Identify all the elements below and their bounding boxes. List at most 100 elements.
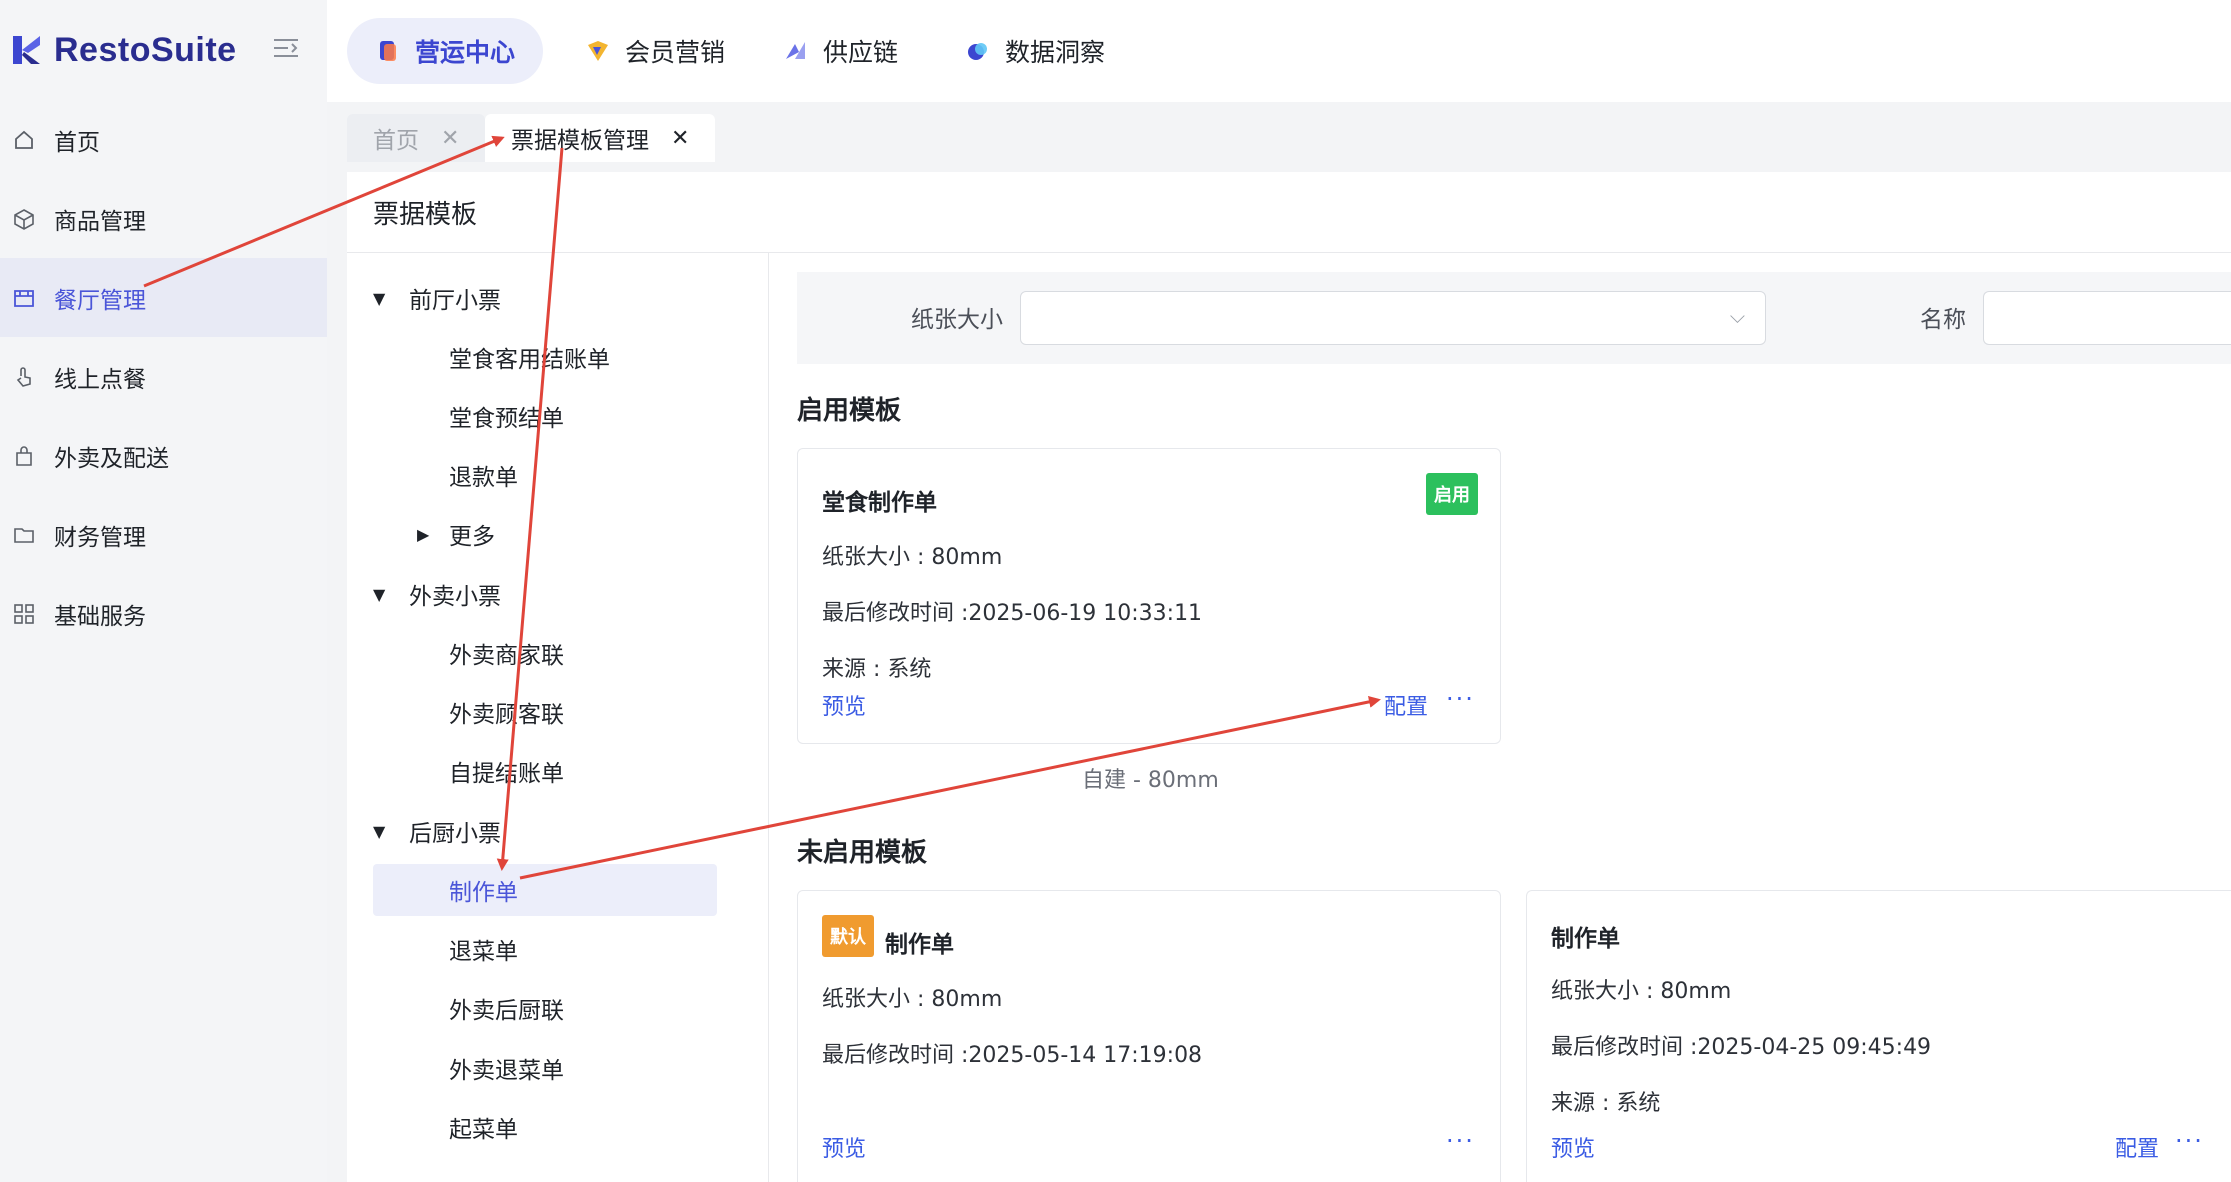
- bag-icon: [12, 444, 36, 468]
- tree-group-label: 前厅小票: [409, 288, 501, 314]
- tab-operations[interactable]: 营运中心: [347, 18, 544, 84]
- caret-right-icon[interactable]: ▶: [417, 525, 443, 544]
- card-source: 来源 : 系统: [1551, 1091, 1661, 1116]
- page-tab-label: 票据模板管理: [511, 128, 649, 154]
- tree-item[interactable]: 起菜单: [449, 1101, 518, 1153]
- sidebar-item-online-order[interactable]: 线上点餐: [0, 337, 327, 416]
- sidebar-item-finance[interactable]: 财务管理: [0, 495, 327, 574]
- card-title: 制作单: [885, 932, 954, 958]
- disabled-section-title: 未启用模板: [797, 838, 928, 868]
- collapse-sidebar-icon[interactable]: [272, 36, 302, 64]
- sidebar-item-products[interactable]: 商品管理: [0, 179, 327, 258]
- preview-link[interactable]: 预览: [1551, 1131, 1595, 1163]
- home-icon: [12, 128, 36, 152]
- template-card-enabled[interactable]: 堂食制作单 启用 纸张大小 : 80mm 最后修改时间 :2025-06-19 …: [797, 448, 1501, 744]
- page-tab-label: 首页: [373, 128, 419, 154]
- tree-item[interactable]: 外卖退菜单: [449, 1042, 564, 1094]
- tree-group-label: 外卖小票: [409, 584, 501, 610]
- tab-label: 会员营销: [625, 38, 726, 67]
- caret-down-icon[interactable]: ▼: [373, 822, 399, 841]
- tree-group-front[interactable]: ▼ 前厅小票: [373, 272, 501, 324]
- close-icon[interactable]: ✕: [671, 126, 689, 151]
- tab-supply-chain[interactable]: 供应链: [755, 18, 926, 84]
- more-icon[interactable]: ···: [2175, 1127, 2204, 1155]
- tree-item-more[interactable]: ▶ 更多: [417, 508, 495, 560]
- sidebar-item-home[interactable]: 首页: [0, 100, 327, 179]
- name-input[interactable]: [1983, 291, 2231, 345]
- page-title: 票据模板: [373, 200, 478, 230]
- brand-name: RestoSuite: [54, 30, 237, 69]
- sidebar-item-basic-services[interactable]: 基础服务: [0, 574, 327, 653]
- page-tab-ticket-templates[interactable]: 票据模板管理 ✕: [485, 114, 716, 162]
- folder-icon: [12, 523, 36, 547]
- tree-group-label: 后厨小票: [409, 821, 501, 847]
- tab-member-marketing[interactable]: 会员营销: [557, 18, 753, 84]
- more-icon[interactable]: ···: [1446, 1127, 1475, 1155]
- sidebar-nav: 首页 商品管理 餐厅管理 线上点餐 外卖及配送 财务管理 基础服务: [0, 100, 327, 653]
- app-root: RestoSuite 首页 商品管理 餐厅管理 线上点餐 外卖及配送 财务管理 …: [0, 0, 2231, 1182]
- tap-icon: [12, 365, 36, 389]
- divider: [768, 252, 769, 1182]
- tree-item[interactable]: 退菜单: [449, 923, 518, 975]
- logo-icon: [13, 36, 40, 64]
- sidebar-item-restaurant[interactable]: 餐厅管理: [0, 258, 327, 337]
- group-caption: 自建 - 80mm: [1082, 768, 1219, 793]
- sidebar-item-label: 线上点餐: [54, 366, 146, 393]
- page-tab-home[interactable]: 首页 ✕: [347, 114, 486, 162]
- card-modified-time: 最后修改时间 :2025-05-14 17:19:08: [822, 1043, 1203, 1068]
- card-paper-size: 纸张大小 : 80mm: [822, 545, 1003, 570]
- tree-group-kitchen[interactable]: ▼ 后厨小票: [373, 805, 501, 857]
- caret-down-icon[interactable]: ▼: [373, 289, 399, 308]
- page-tab-strip: 首页 ✕ 票据模板管理 ✕: [327, 102, 2231, 172]
- more-icon[interactable]: ···: [1446, 685, 1475, 713]
- tree-item-selected[interactable]: 制作单: [373, 864, 717, 916]
- brand-logo[interactable]: RestoSuite: [10, 28, 237, 72]
- enabled-section-title: 启用模板: [797, 396, 902, 426]
- tab-label: 供应链: [823, 38, 899, 67]
- sidebar-item-label: 首页: [54, 129, 100, 156]
- tree-item[interactable]: 退款单: [449, 449, 518, 501]
- supply-chain-icon: [783, 38, 809, 64]
- card-title: 堂食制作单: [822, 490, 937, 516]
- caret-down-icon[interactable]: ▼: [373, 585, 399, 604]
- operations-icon: [375, 38, 401, 64]
- card-modified-time: 最后修改时间 :2025-06-19 10:33:11: [822, 601, 1203, 626]
- sidebar-item-label: 外卖及配送: [54, 445, 169, 472]
- tree-item[interactable]: 堂食预结单: [449, 390, 564, 442]
- preview-link[interactable]: 预览: [822, 689, 866, 721]
- tree-item[interactable]: 自提结账单: [449, 745, 564, 797]
- config-link[interactable]: 配置: [2115, 1131, 2159, 1163]
- tree-item[interactable]: 外卖商家联: [449, 627, 564, 679]
- store-icon: [12, 286, 36, 310]
- paper-size-label: 纸张大小: [911, 307, 1003, 333]
- sidebar-item-delivery[interactable]: 外卖及配送: [0, 416, 327, 495]
- paper-size-select[interactable]: ⌵: [1020, 291, 1766, 345]
- member-icon: [585, 38, 611, 64]
- card-title: 制作单: [1551, 926, 1620, 952]
- enabled-badge: 启用: [1426, 473, 1478, 515]
- sidebar-item-label: 基础服务: [54, 603, 146, 630]
- filter-bar: 纸张大小 ⌵ 名称: [797, 272, 2231, 364]
- card-modified-time: 最后修改时间 :2025-04-25 09:45:49: [1551, 1035, 1932, 1060]
- grid-icon: [12, 602, 36, 626]
- box-icon: [12, 207, 36, 231]
- tree-item[interactable]: 外卖顾客联: [449, 686, 564, 738]
- sidebar-item-label: 餐厅管理: [54, 287, 146, 314]
- card-paper-size: 纸张大小 : 80mm: [1551, 979, 1732, 1004]
- chevron-down-icon: ⌵: [1729, 304, 1745, 328]
- tab-data-insights[interactable]: 数据洞察: [937, 18, 1133, 84]
- default-badge: 默认: [822, 915, 874, 957]
- template-card-default[interactable]: 默认 制作单 纸张大小 : 80mm 最后修改时间 :2025-05-14 17…: [797, 890, 1501, 1182]
- tab-label: 营运中心: [415, 38, 516, 67]
- preview-link[interactable]: 预览: [822, 1131, 866, 1163]
- template-card-system[interactable]: 制作单 纸张大小 : 80mm 最后修改时间 :2025-04-25 09:45…: [1526, 890, 2231, 1182]
- tree-item-label: 更多: [449, 524, 495, 550]
- card-source: 来源 : 系统: [822, 657, 932, 682]
- tree-item[interactable]: 外卖后厨联: [449, 982, 564, 1034]
- config-link[interactable]: 配置: [1384, 689, 1428, 721]
- tree-group-takeout[interactable]: ▼ 外卖小票: [373, 568, 501, 620]
- top-nav: 营运中心 会员营销 供应链 数据洞察: [327, 0, 2231, 102]
- data-insights-icon: [965, 38, 991, 64]
- tree-item[interactable]: 堂食客用结账单: [449, 331, 610, 383]
- close-icon[interactable]: ✕: [441, 126, 459, 151]
